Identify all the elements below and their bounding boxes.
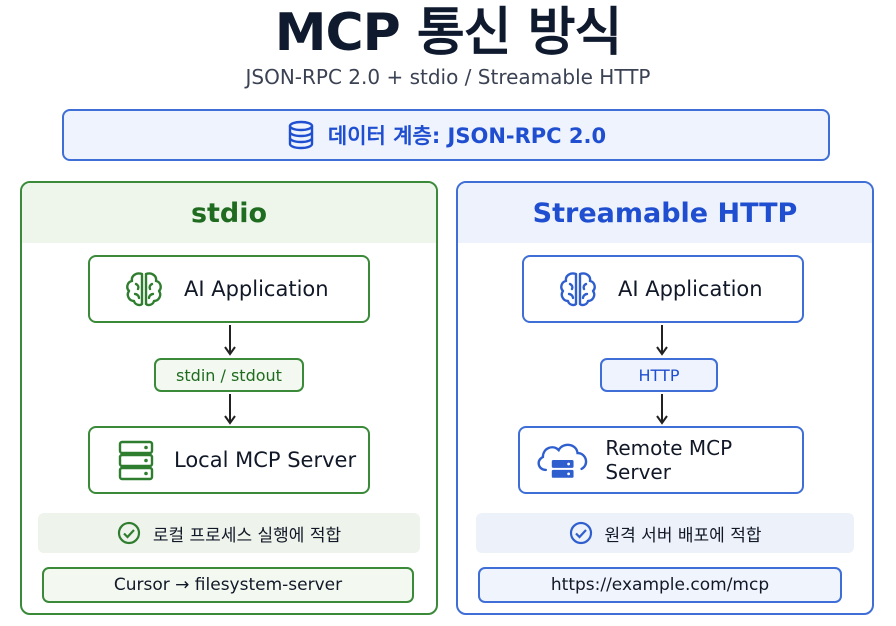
stdio-panel: stdio AI Application stdin / stdout Loca… xyxy=(20,181,438,615)
http-note: 원격 서버 배포에 적합 xyxy=(476,513,854,553)
stdio-note: 로컬 프로세스 실행에 적합 xyxy=(38,513,420,553)
arrow-down-icon xyxy=(656,325,668,356)
check-circle-icon xyxy=(117,521,140,545)
arrow-down-icon xyxy=(224,394,236,425)
brain-icon xyxy=(560,272,596,307)
stdio-note-text: 로컬 프로세스 실행에 적합 xyxy=(152,525,342,546)
http-example: https://example.com/mcp xyxy=(478,567,842,603)
page-subtitle: JSON-RPC 2.0 + stdio / Streamable HTTP xyxy=(245,65,651,89)
http-note-text: 원격 서버 배포에 적합 xyxy=(604,525,762,546)
arrow-down-icon xyxy=(224,325,236,356)
stdio-client-label: AI Application xyxy=(184,277,329,301)
stdio-transport-chip: stdin / stdout xyxy=(154,358,304,392)
arrow-down-icon xyxy=(656,394,668,425)
check-circle-icon xyxy=(569,521,592,545)
page-title: MCP 통신 방식 xyxy=(274,3,623,63)
http-server-label: Remote MCP Server xyxy=(605,436,733,484)
http-client-label: AI Application xyxy=(618,277,763,301)
http-client-box: AI Application xyxy=(522,255,804,323)
stdio-server-box: Local MCP Server xyxy=(88,426,370,494)
database-icon xyxy=(288,120,314,150)
server-icon xyxy=(118,440,154,481)
stdio-example: Cursor → filesystem-server xyxy=(42,567,414,603)
stdio-server-label: Local MCP Server xyxy=(174,448,357,472)
data-layer-label: 데이터 계층: JSON-RPC 2.0 xyxy=(327,124,607,148)
http-panel: Streamable HTTP AI Application HTTP Remo… xyxy=(456,181,874,615)
data-layer-bar: 데이터 계층: JSON-RPC 2.0 xyxy=(62,109,830,161)
http-server-box: Remote MCP Server xyxy=(518,426,804,494)
brain-icon xyxy=(126,272,162,307)
stdio-client-box: AI Application xyxy=(88,255,370,323)
stdio-title: stdio xyxy=(22,183,436,243)
http-title: Streamable HTTP xyxy=(458,183,872,243)
http-transport-chip: HTTP xyxy=(600,358,718,392)
cloud-server-icon xyxy=(537,443,588,478)
